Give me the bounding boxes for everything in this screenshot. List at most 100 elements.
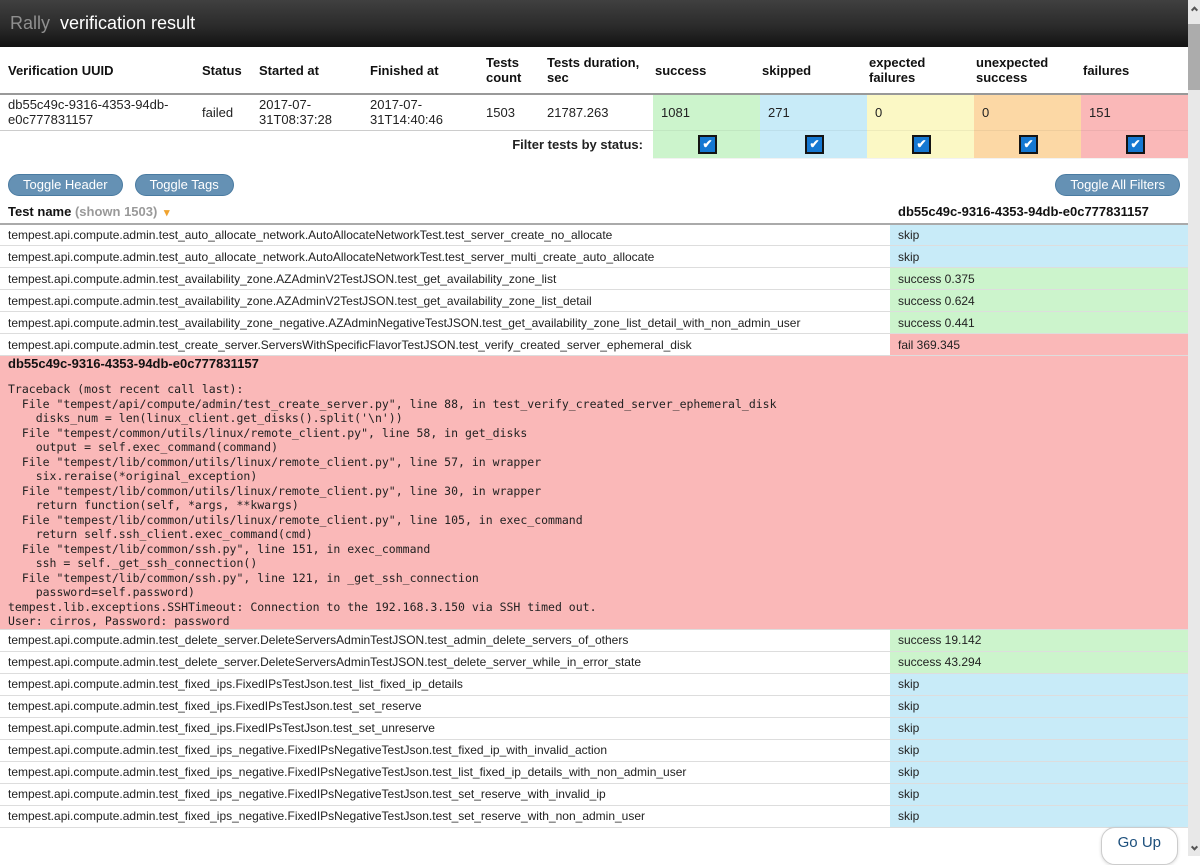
- test-row[interactable]: tempest.api.compute.admin.test_auto_allo…: [0, 246, 1188, 268]
- filter-checkbox-expected-failures[interactable]: ✔: [912, 135, 931, 154]
- col-failures: failures: [1081, 47, 1188, 94]
- filter-checkbox-success[interactable]: ✔: [698, 135, 717, 154]
- tests-header-row: Test name (shown 1503) ▾ db55c49c-9316-4…: [0, 201, 1188, 224]
- test-name: tempest.api.compute.admin.test_availabil…: [0, 268, 890, 290]
- app-header: Rally verification result: [0, 0, 1188, 47]
- test-row[interactable]: tempest.api.compute.admin.test_fixed_ips…: [0, 695, 1188, 717]
- traceback-cell: db55c49c-9316-4353-94db-e0c777831157 Tra…: [0, 356, 1188, 630]
- filter-cell-skipped: ✔: [760, 130, 867, 158]
- filter-checkbox-failures[interactable]: ✔: [1126, 135, 1145, 154]
- summary-table: Verification UUID Status Started at Fini…: [0, 47, 1188, 159]
- col-status: Status: [200, 47, 257, 94]
- test-status: success 0.624: [890, 290, 1188, 312]
- test-row[interactable]: tempest.api.compute.admin.test_create_se…: [0, 334, 1188, 356]
- test-name: tempest.api.compute.admin.test_fixed_ips…: [0, 673, 890, 695]
- started-at-value: 2017-07-31T08:37:28: [257, 94, 368, 130]
- skipped-count: 271: [760, 94, 867, 130]
- test-status: skip: [890, 805, 1188, 827]
- test-status: skip: [890, 717, 1188, 739]
- filter-cell-expected-failures: ✔: [867, 130, 974, 158]
- uuid-column-header: db55c49c-9316-4353-94db-e0c777831157: [890, 201, 1188, 224]
- toggle-tags-button[interactable]: Toggle Tags: [135, 174, 234, 196]
- test-row[interactable]: tempest.api.compute.admin.test_fixed_ips…: [0, 717, 1188, 739]
- test-row[interactable]: tempest.api.compute.admin.test_fixed_ips…: [0, 673, 1188, 695]
- go-up-button[interactable]: Go Up: [1101, 827, 1178, 865]
- traceback-text: Traceback (most recent call last): File …: [8, 382, 1180, 629]
- tests-duration-value: 21787.263: [545, 94, 653, 130]
- test-name: tempest.api.compute.admin.test_create_se…: [0, 334, 890, 356]
- test-name-header: Test name: [8, 204, 71, 219]
- summary-header-row: Verification UUID Status Started at Fini…: [0, 47, 1188, 94]
- vertical-scrollbar[interactable]: [1188, 0, 1200, 856]
- col-skipped: skipped: [760, 47, 867, 94]
- test-name: tempest.api.compute.admin.test_fixed_ips…: [0, 717, 890, 739]
- tests-table: Test name (shown 1503) ▾ db55c49c-9316-4…: [0, 201, 1188, 828]
- test-status: skip: [890, 224, 1188, 246]
- test-status: success 19.142: [890, 629, 1188, 651]
- test-row[interactable]: tempest.api.compute.admin.test_availabil…: [0, 312, 1188, 334]
- summary-data-row: db55c49c-9316-4353-94db-e0c777831157 fai…: [0, 94, 1188, 130]
- tests-count-value: 1503: [484, 94, 545, 130]
- test-row[interactable]: tempest.api.compute.admin.test_fixed_ips…: [0, 805, 1188, 827]
- test-row[interactable]: tempest.api.compute.admin.test_delete_se…: [0, 651, 1188, 673]
- test-status: skip: [890, 739, 1188, 761]
- test-status: skip: [890, 783, 1188, 805]
- test-row[interactable]: tempest.api.compute.admin.test_availabil…: [0, 290, 1188, 312]
- filter-cell-unexpected-success: ✔: [974, 130, 1081, 158]
- toolbar: Toggle Header Toggle Tags Toggle All Fil…: [8, 174, 1180, 196]
- success-count: 1081: [653, 94, 760, 130]
- test-name: tempest.api.compute.admin.test_fixed_ips…: [0, 805, 890, 827]
- col-unexpected-success: unexpected success: [974, 47, 1081, 94]
- status-value: failed: [200, 94, 257, 130]
- expected-failures-count: 0: [867, 94, 974, 130]
- test-name: tempest.api.compute.admin.test_fixed_ips…: [0, 761, 890, 783]
- col-finished-at: Finished at: [368, 47, 484, 94]
- test-name-header-cell: Test name (shown 1503) ▾: [0, 201, 890, 224]
- col-expected-failures: expected failures: [867, 47, 974, 94]
- scrollbar-down-arrow-icon[interactable]: [1188, 841, 1200, 855]
- col-tests-count: Tests count: [484, 47, 545, 94]
- app-brand: Rally: [10, 13, 50, 34]
- test-status: success 43.294: [890, 651, 1188, 673]
- toggle-header-button[interactable]: Toggle Header: [8, 174, 123, 196]
- scrollbar-up-arrow-icon[interactable]: [1188, 1, 1200, 15]
- test-row[interactable]: tempest.api.compute.admin.test_availabil…: [0, 268, 1188, 290]
- filter-cell-success: ✔: [653, 130, 760, 158]
- test-row[interactable]: tempest.api.compute.admin.test_fixed_ips…: [0, 739, 1188, 761]
- test-name: tempest.api.compute.admin.test_fixed_ips…: [0, 695, 890, 717]
- test-name: tempest.api.compute.admin.test_availabil…: [0, 290, 890, 312]
- filter-tests-label: Filter tests by status:: [0, 130, 653, 158]
- test-name: tempest.api.compute.admin.test_delete_se…: [0, 629, 890, 651]
- test-row[interactable]: tempest.api.compute.admin.test_fixed_ips…: [0, 783, 1188, 805]
- col-success: success: [653, 47, 760, 94]
- test-name: tempest.api.compute.admin.test_delete_se…: [0, 651, 890, 673]
- col-started-at: Started at: [257, 47, 368, 94]
- scrollbar-thumb[interactable]: [1188, 24, 1200, 90]
- test-name-filter-caret-icon[interactable]: ▾: [164, 207, 170, 219]
- test-row[interactable]: tempest.api.compute.admin.test_auto_allo…: [0, 224, 1188, 246]
- test-status: success 0.375: [890, 268, 1188, 290]
- traceback-uuid: db55c49c-9316-4353-94db-e0c777831157: [8, 356, 1180, 371]
- filter-checkbox-skipped[interactable]: ✔: [805, 135, 824, 154]
- unexpected-success-count: 0: [974, 94, 1081, 130]
- finished-at-value: 2017-07-31T14:40:46: [368, 94, 484, 130]
- test-name: tempest.api.compute.admin.test_auto_allo…: [0, 246, 890, 268]
- failures-count: 151: [1081, 94, 1188, 130]
- test-status: skip: [890, 246, 1188, 268]
- test-name: tempest.api.compute.admin.test_auto_allo…: [0, 224, 890, 246]
- filter-cell-failures: ✔: [1081, 130, 1188, 158]
- test-row[interactable]: tempest.api.compute.admin.test_delete_se…: [0, 629, 1188, 651]
- test-status: skip: [890, 673, 1188, 695]
- test-name: tempest.api.compute.admin.test_fixed_ips…: [0, 739, 890, 761]
- traceback-row: db55c49c-9316-4353-94db-e0c777831157 Tra…: [0, 356, 1188, 630]
- filter-checkbox-unexpected-success[interactable]: ✔: [1019, 135, 1038, 154]
- shown-count-label: (shown 1503): [75, 204, 157, 219]
- test-row[interactable]: tempest.api.compute.admin.test_fixed_ips…: [0, 761, 1188, 783]
- test-status: skip: [890, 695, 1188, 717]
- filter-row: Filter tests by status: ✔ ✔ ✔ ✔ ✔: [0, 130, 1188, 158]
- toggle-all-filters-button[interactable]: Toggle All Filters: [1055, 174, 1180, 196]
- col-tests-duration: Tests duration, sec: [545, 47, 653, 94]
- col-verification-uuid: Verification UUID: [0, 47, 200, 94]
- test-status: success 0.441: [890, 312, 1188, 334]
- test-name: tempest.api.compute.admin.test_availabil…: [0, 312, 890, 334]
